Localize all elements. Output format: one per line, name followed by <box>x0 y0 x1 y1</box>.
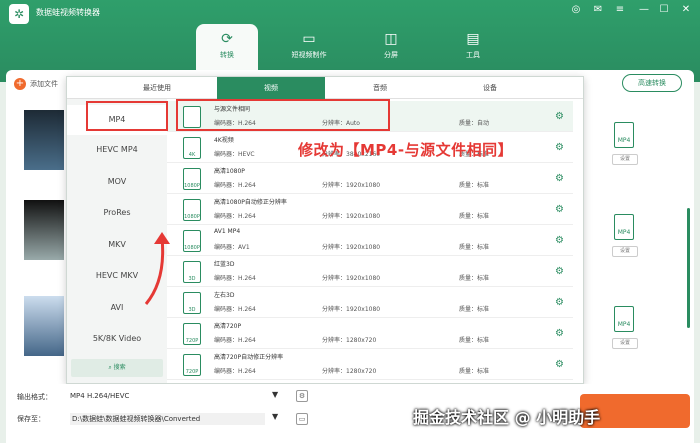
app-logo-icon: ✲ <box>9 4 29 24</box>
setting-button[interactable]: 设置 <box>612 154 638 165</box>
output-format-select[interactable]: MP4 H.264/HEVC <box>70 392 129 400</box>
preset-item[interactable]: 720P 高清720P自动修正分辨率 编码器：H.264 分辨率：1280x72… <box>167 349 573 380</box>
tv-icon: ▭ <box>302 31 316 47</box>
gear-icon[interactable]: ⚙ <box>555 297 564 308</box>
gear-icon[interactable]: ⚙ <box>555 142 564 153</box>
dropdown-arrow-icon[interactable]: ▼ <box>272 412 278 421</box>
fast-convert-button[interactable]: 高速转换 <box>622 74 682 92</box>
search-button[interactable]: ⌕ 搜索 <box>71 359 163 377</box>
gear-icon[interactable]: ⚙ <box>555 204 564 215</box>
tab-split-screen[interactable]: ◫ 分屏 <box>360 24 422 70</box>
highlight-box <box>86 101 168 131</box>
gear-icon[interactable]: ⚙ <box>555 235 564 246</box>
save-path-field[interactable]: D:\数据蛙\数据蛙视频转换器\Converted <box>70 413 265 425</box>
add-file-button[interactable]: + 添加文件 <box>14 78 58 90</box>
toolbox-icon: ▤ <box>466 31 480 47</box>
720p-icon: 720P <box>183 323 201 345</box>
preset-item[interactable]: 1080P 高清1080P自动修正分辨率 编码器：H.264 分辨率：1920x… <box>167 194 573 225</box>
scrollbar[interactable] <box>687 208 690 328</box>
gear-icon[interactable]: ⚙ <box>555 328 564 339</box>
1080p-icon: 1080P <box>183 168 201 190</box>
video-thumbnail[interactable] <box>24 200 64 260</box>
gear-icon[interactable]: ⚙ <box>555 359 564 370</box>
4k-icon: 4K <box>183 137 201 159</box>
video-thumbnail[interactable] <box>24 110 64 170</box>
output-format-label: 输出格式： <box>17 393 52 401</box>
preset-item[interactable]: 1080P AV1 MP4 编码器：AV1 分辨率：1920x1080 质量：标… <box>167 225 573 256</box>
video-thumbnail[interactable] <box>24 296 64 356</box>
tab-recent[interactable]: 最近使用 <box>97 77 217 99</box>
format-badge[interactable]: MP4 <box>614 306 634 332</box>
format-badge[interactable]: MP4 <box>614 214 634 240</box>
split-screen-icon: ◫ <box>384 31 398 47</box>
format-item[interactable]: ProRes <box>67 198 167 228</box>
1080p-icon: 1080P <box>183 199 201 221</box>
tab-device[interactable]: 设备 <box>435 77 545 99</box>
tab-short-video[interactable]: ▭ 短视频制作 <box>278 24 340 70</box>
format-item[interactable]: HEVC MP4 <box>67 135 167 165</box>
format-item[interactable]: MOV <box>67 167 167 197</box>
highlight-box <box>176 99 390 131</box>
preset-item[interactable]: 3D 左右3D 编码器：H.264 分辨率：1920x1080 质量：标准 ⚙ <box>167 287 573 318</box>
preset-item[interactable]: 3D 红蓝3D 编码器：H.264 分辨率：1920x1080 质量：标准 ⚙ <box>167 256 573 287</box>
tab-video[interactable]: 视频 <box>217 77 325 99</box>
preset-item[interactable]: 1080P 高清1080P 编码器：H.264 分辨率：1920x1080 质量… <box>167 163 573 194</box>
format-badge[interactable]: MP4 <box>614 122 634 148</box>
dropdown-arrow-icon[interactable]: ▼ <box>272 390 278 399</box>
preset-item[interactable]: 720P 高清720P 编码器：H.264 分辨率：1280x720 质量：标准… <box>167 318 573 349</box>
tab-tools[interactable]: ▤ 工具 <box>442 24 504 70</box>
folder-icon[interactable]: ▭ <box>296 413 308 425</box>
gear-icon[interactable]: ⚙ <box>555 266 564 277</box>
maximize-icon[interactable]: ☐ <box>656 4 672 15</box>
format-settings-icon[interactable]: ⚙ <box>296 390 308 402</box>
720p-icon: 720P <box>183 354 201 376</box>
save-to-label: 保存至： <box>17 415 45 423</box>
tab-audio[interactable]: 音频 <box>325 77 435 99</box>
setting-button[interactable]: 设置 <box>612 338 638 349</box>
gear-icon[interactable]: ⚙ <box>555 111 564 122</box>
annotation-text: 修改为【MP4-与源文件相同】 <box>298 141 514 159</box>
close-icon[interactable]: ✕ <box>678 4 694 15</box>
minimize-icon[interactable]: — <box>636 4 652 15</box>
watermark-text: 掘金技术社区 @ 小明助手 <box>413 408 601 427</box>
arrow-annotation <box>144 232 170 305</box>
menu-icon[interactable]: ≡ <box>612 4 628 15</box>
format-item[interactable]: 5K/8K Video <box>67 324 167 354</box>
app-title: 数据蛙视频转换器 <box>36 8 100 17</box>
message-icon[interactable]: ✉ <box>590 4 606 15</box>
account-icon[interactable]: ◎ <box>568 4 584 15</box>
gear-icon[interactable]: ⚙ <box>555 173 564 184</box>
convert-icon: ⟳ <box>221 31 233 47</box>
setting-button[interactable]: 设置 <box>612 246 638 257</box>
format-tabs: 最近使用 视频 音频 设备 <box>67 77 583 99</box>
plus-icon: + <box>14 78 26 90</box>
